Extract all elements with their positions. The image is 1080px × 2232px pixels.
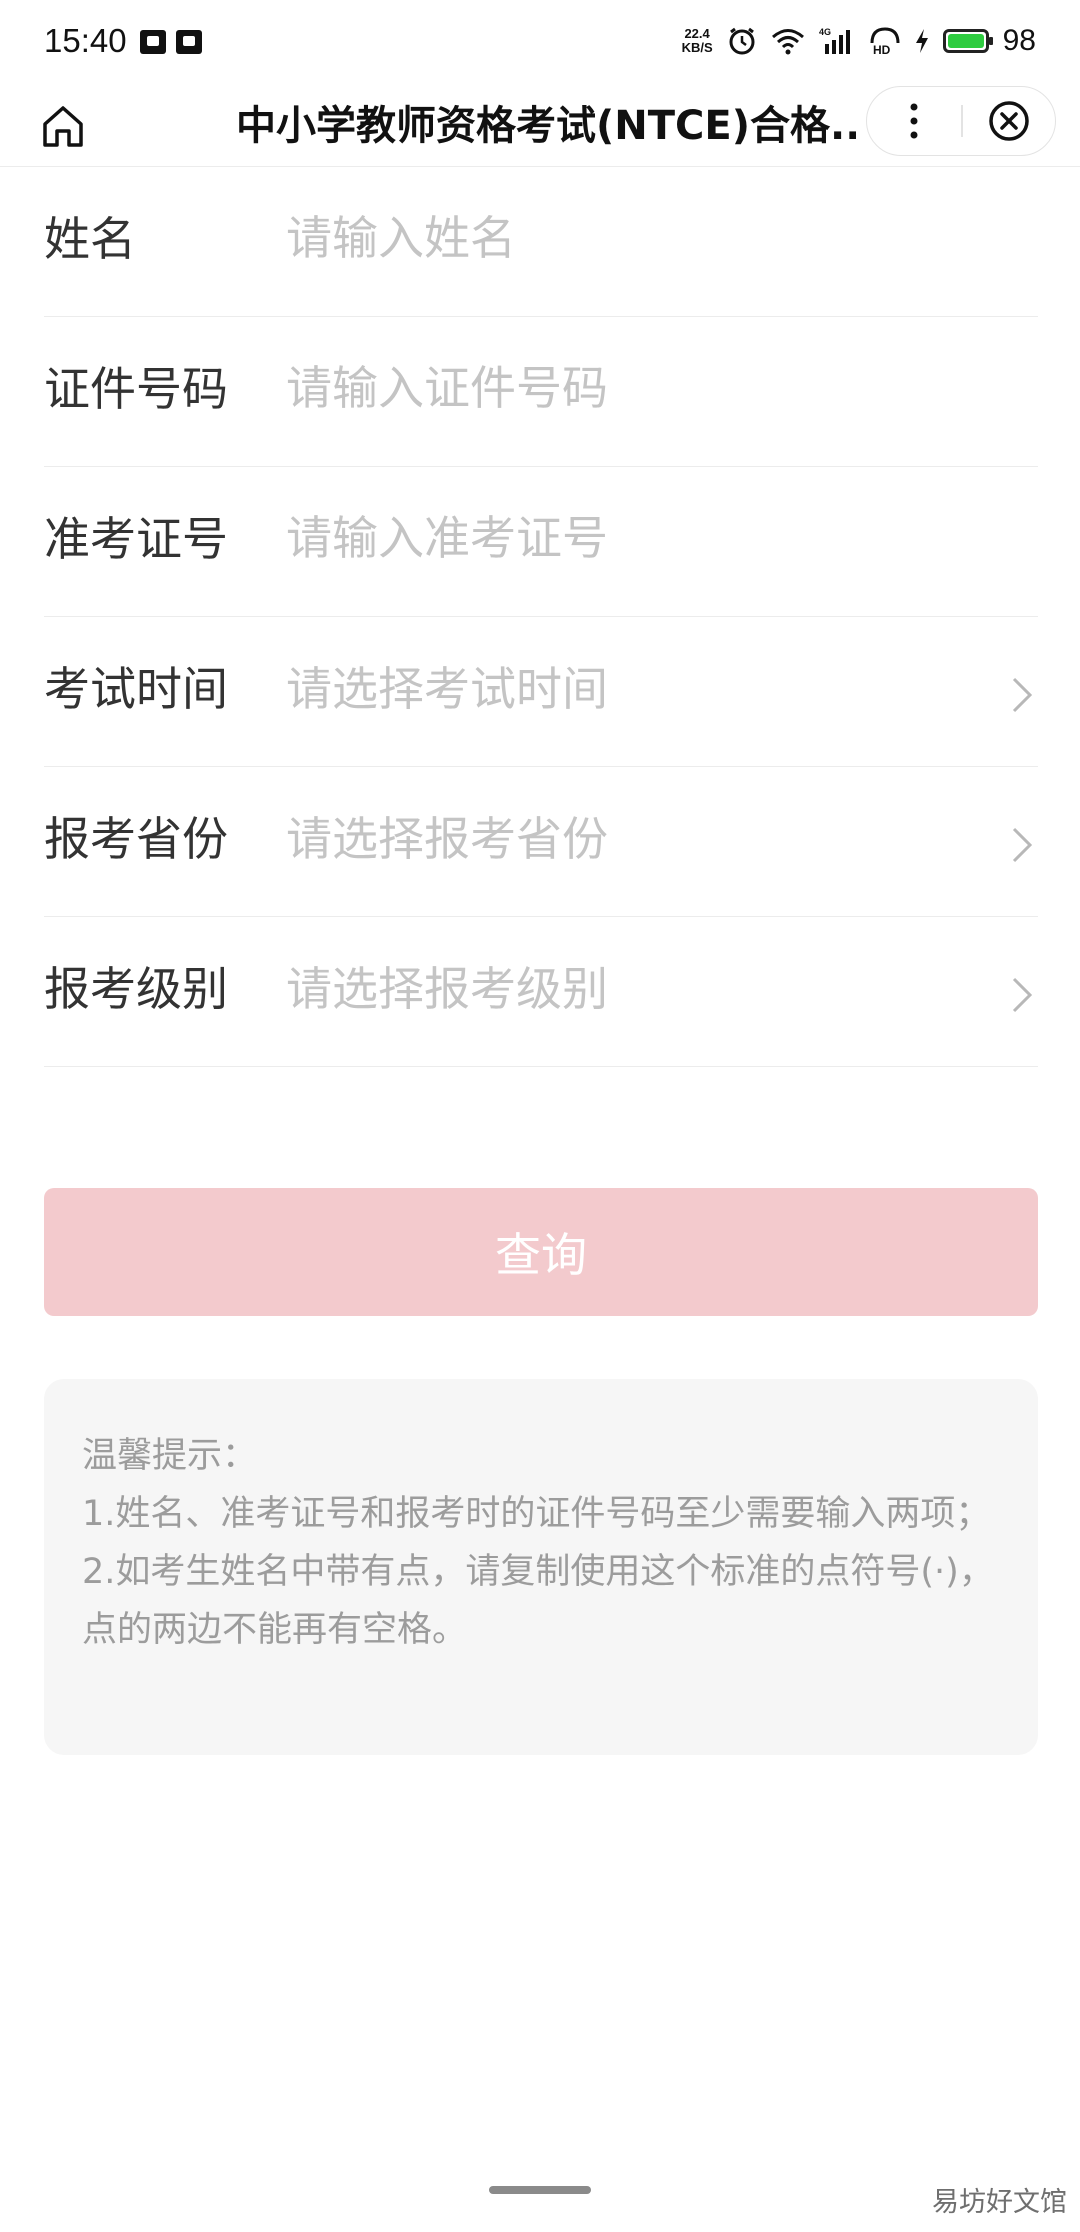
alarm-icon xyxy=(729,27,755,55)
signal-icon: 4G xyxy=(819,27,850,54)
status-notification-icons xyxy=(140,30,202,54)
network-speed-unit: KB/S xyxy=(681,40,713,55)
wifi-icon xyxy=(771,29,804,55)
form-row-admission-number: 准考证号 xyxy=(44,467,1038,617)
nav-bar: 中小学教师资格考试(NTCE)合格... xyxy=(0,86,1080,166)
level-label: 报考级别 xyxy=(44,962,228,1016)
province-placeholder: 请选择报考省份 xyxy=(286,812,608,866)
status-time: 15:40 xyxy=(44,22,127,59)
home-button[interactable] xyxy=(38,96,88,156)
more-dots-icon xyxy=(910,103,918,139)
notification-app-icon xyxy=(140,30,166,54)
level-picker[interactable]: 报考级别 请选择报考级别 xyxy=(44,917,1038,1067)
exam-time-label: 考试时间 xyxy=(44,662,228,716)
admission-number-label: 准考证号 xyxy=(44,512,228,566)
tips-line-1: 1.姓名、准考证号和报考时的证件号码至少需要输入两项； xyxy=(82,1494,991,1534)
form-row-id-number: 证件号码 xyxy=(44,317,1038,467)
more-button[interactable] xyxy=(867,87,961,155)
id-number-label: 证件号码 xyxy=(44,362,228,416)
admission-number-input[interactable] xyxy=(286,503,986,573)
network-speed: 22.4 KB/S xyxy=(682,27,713,55)
query-form: 姓名 证件号码 准考证号 考试时间 请选择考试时间 报考省份 请选择报考省份 报… xyxy=(44,167,1038,1067)
battery-icon xyxy=(942,29,993,53)
hd-headset-icon: HD xyxy=(870,27,900,56)
level-placeholder: 请选择报考级别 xyxy=(286,962,608,1016)
name-input[interactable] xyxy=(286,203,986,273)
form-row-name: 姓名 xyxy=(44,167,1038,317)
network-speed-value: 22.4 xyxy=(684,26,710,41)
network-type-label: 4G xyxy=(819,27,831,37)
page-title: 中小学教师资格考试(NTCE)合格... xyxy=(236,103,856,149)
exam-time-placeholder: 请选择考试时间 xyxy=(286,662,608,716)
watermark: 易坊好文馆 xyxy=(932,2187,1067,2218)
close-button[interactable] xyxy=(963,87,1055,155)
province-label: 报考省份 xyxy=(44,812,228,866)
status-bar: 15:40 22.4 KB/S 4G HD 98 xyxy=(0,0,1080,86)
exam-time-picker[interactable]: 考试时间 请选择考试时间 xyxy=(44,617,1038,767)
home-indicator[interactable] xyxy=(489,2186,591,2194)
charging-icon xyxy=(915,29,928,53)
chevron-right-icon xyxy=(1012,977,1033,1013)
query-button[interactable]: 查询 xyxy=(44,1188,1038,1316)
battery-level: 98 xyxy=(1002,24,1036,57)
message-icon xyxy=(176,30,202,54)
name-label: 姓名 xyxy=(44,212,136,266)
tips-box: 温馨提示： 1.姓名、准考证号和报考时的证件号码至少需要输入两项； 2.如考生姓… xyxy=(44,1379,1038,1755)
close-icon xyxy=(989,101,1029,141)
chevron-right-icon xyxy=(1012,677,1033,713)
id-number-input[interactable] xyxy=(286,353,986,423)
tips-line-2: 2.如考生姓名中带有点，请复制使用这个标准的点符号(·)，点的两边不能再有空格。 xyxy=(82,1552,994,1650)
home-icon xyxy=(43,106,83,147)
battery-fill xyxy=(947,34,984,48)
status-right-icons: 22.4 KB/S 4G HD 98 xyxy=(682,24,1036,58)
chevron-right-icon xyxy=(1012,827,1033,863)
mini-program-capsule xyxy=(866,86,1056,156)
province-picker[interactable]: 报考省份 请选择报考省份 xyxy=(44,767,1038,917)
hd-label: HD xyxy=(873,43,891,56)
tips-title: 温馨提示： xyxy=(82,1436,258,1476)
